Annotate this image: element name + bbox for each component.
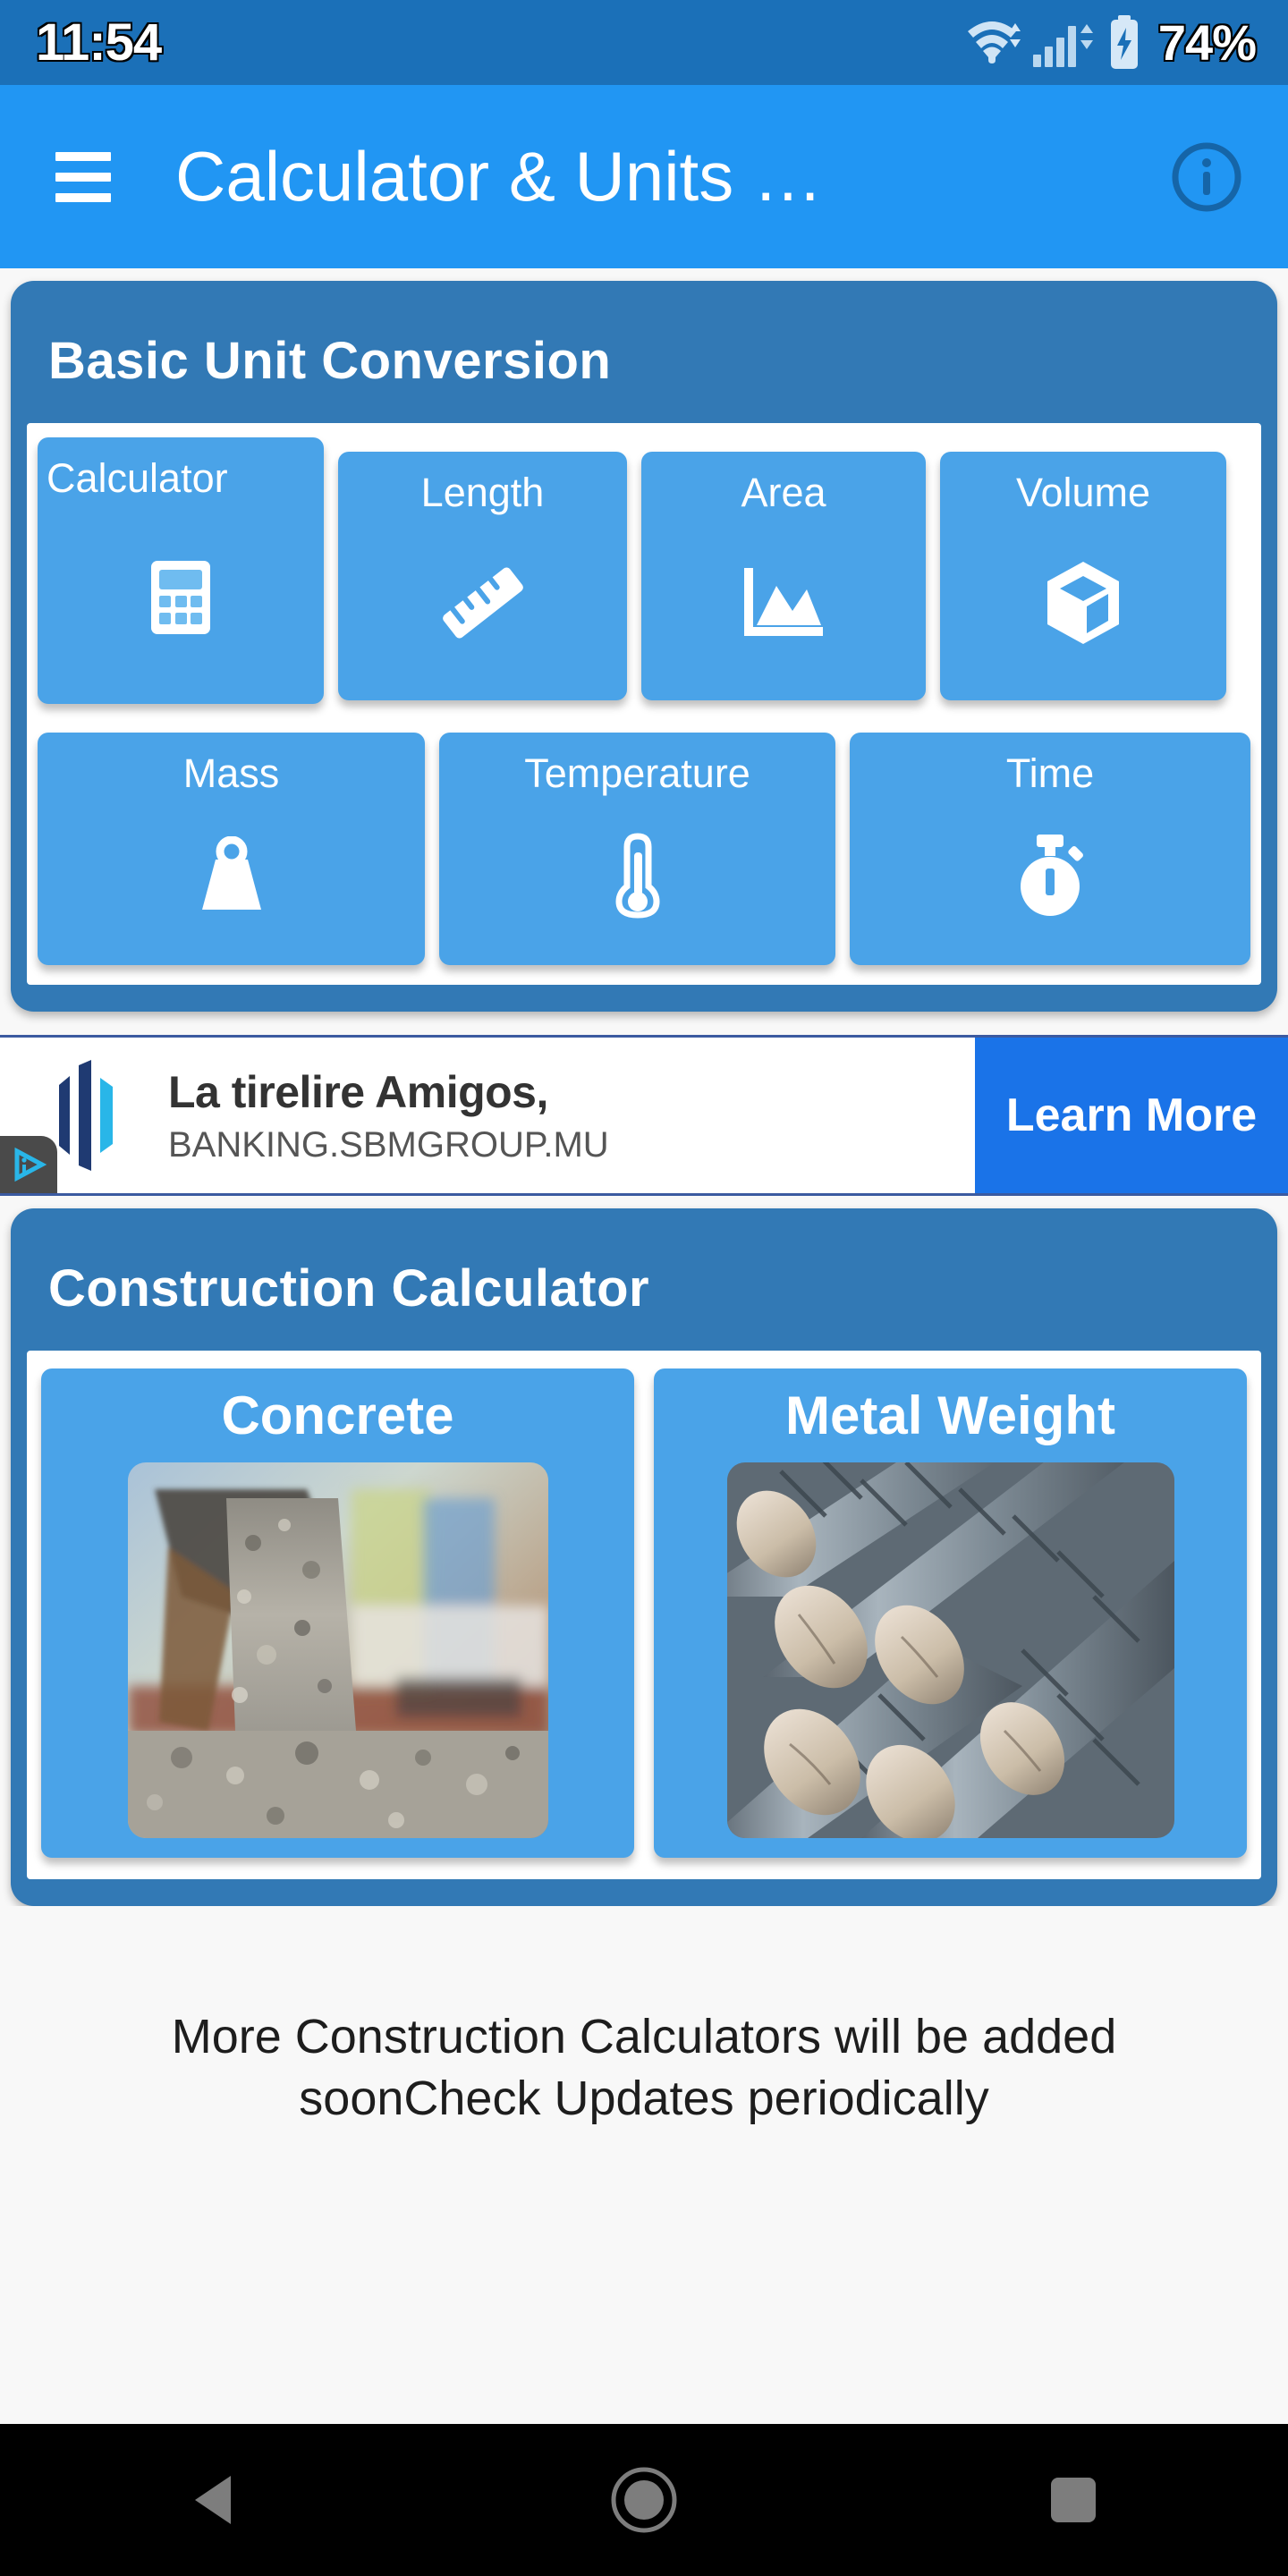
- tile-label: Mass: [182, 750, 280, 796]
- tile-metal-weight[interactable]: Metal Weight: [654, 1368, 1247, 1858]
- wifi-icon: [965, 19, 1021, 67]
- main-content: Basic Unit Conversion Calculator Length …: [0, 268, 1288, 2424]
- ad-text-block: La tirelire Amigos, BANKING.SBMGROUP.MU: [168, 1066, 609, 1165]
- tile-area[interactable]: Area: [641, 452, 926, 700]
- battery-charging-icon: [1106, 14, 1142, 71]
- tile-volume[interactable]: Volume: [940, 452, 1226, 700]
- ruler-icon: [434, 522, 532, 684]
- tile-label: Temperature: [524, 750, 750, 796]
- page-title: Calculator & Units …: [175, 137, 823, 216]
- weight-icon: [193, 803, 270, 949]
- cube-icon: [1042, 522, 1124, 684]
- tile-label: Metal Weight: [785, 1385, 1115, 1445]
- adchoices-icon[interactable]: [0, 1136, 57, 1193]
- stopwatch-icon: [1008, 803, 1092, 949]
- back-triangle-icon[interactable]: [125, 2424, 304, 2576]
- tile-mass[interactable]: Mass: [38, 733, 426, 965]
- cellular-signal-icon: [1032, 19, 1094, 67]
- thermometer-icon: [610, 803, 665, 949]
- basic-unit-tile-panel: Calculator Length Area Volume Mass Tempe…: [27, 423, 1261, 985]
- info-circle-icon[interactable]: [1168, 139, 1245, 216]
- tile-label: Calculator: [47, 455, 228, 501]
- status-clock: 11:54: [36, 13, 162, 72]
- status-bar: 11:54 74%: [0, 0, 1288, 85]
- tile-row-2: Mass Temperature Time: [38, 733, 1250, 965]
- tile-row-1: Calculator Length Area Volume: [38, 437, 1250, 704]
- hamburger-menu-icon[interactable]: [55, 151, 111, 202]
- tile-label: Concrete: [221, 1385, 454, 1445]
- app-bar: Calculator & Units …: [0, 85, 1288, 268]
- construction-tile-panel: Concrete Metal Weight: [27, 1351, 1261, 1879]
- area-chart-icon: [741, 522, 826, 684]
- tile-temperature[interactable]: Temperature: [439, 733, 836, 965]
- basic-unit-conversion-card: Basic Unit Conversion Calculator Length …: [11, 281, 1277, 1012]
- tile-label: Time: [1005, 750, 1095, 796]
- concrete-pour-photo: [127, 1462, 548, 1838]
- sbm-bank-logo-icon: [47, 1058, 127, 1173]
- ad-content[interactable]: La tirelire Amigos, BANKING.SBMGROUP.MU: [0, 1038, 975, 1193]
- tile-concrete[interactable]: Concrete: [41, 1368, 634, 1858]
- calculator-icon: [148, 508, 213, 688]
- tile-label: Length: [420, 470, 545, 515]
- footer-note: More Construction Calculators will be ad…: [0, 1906, 1288, 2424]
- status-icons: 74%: [965, 13, 1257, 72]
- steel-rebar-photo: [726, 1462, 1174, 1838]
- tile-calculator[interactable]: Calculator: [38, 437, 324, 704]
- construction-calculator-card: Construction Calculator Concrete Metal W…: [11, 1208, 1277, 1906]
- tile-length[interactable]: Length: [338, 452, 627, 700]
- tile-label: Area: [741, 470, 826, 515]
- home-circle-icon[interactable]: [555, 2424, 733, 2576]
- section-title-construction-calculator: Construction Calculator: [48, 1259, 650, 1318]
- advertisement-banner[interactable]: La tirelire Amigos, BANKING.SBMGROUP.MU …: [0, 1035, 1288, 1196]
- phone-screen: 11:54 74% Calculator & Units … Basic Uni…: [0, 0, 1288, 2576]
- ad-headline: La tirelire Amigos,: [168, 1066, 548, 1117]
- footer-note-text: More Construction Calculators will be ad…: [171, 2010, 1117, 2126]
- android-navigation-bar: [0, 2424, 1288, 2576]
- tile-label: Volume: [1015, 470, 1151, 515]
- ad-url: BANKING.SBMGROUP.MU: [168, 1124, 609, 1165]
- battery-percent-label: 74%: [1157, 14, 1257, 71]
- tile-time[interactable]: Time: [850, 733, 1250, 965]
- section-title-basic-unit-conversion: Basic Unit Conversion: [48, 332, 612, 390]
- ad-learn-more-button[interactable]: Learn More: [975, 1038, 1288, 1193]
- recents-square-icon[interactable]: [984, 2424, 1163, 2576]
